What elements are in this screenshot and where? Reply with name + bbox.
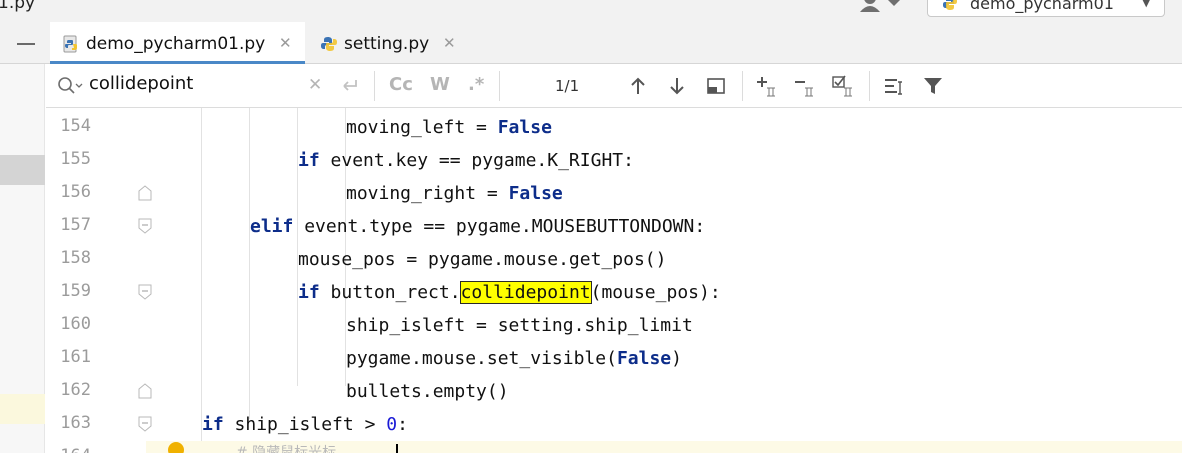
code-editor[interactable]: # 隐藏鼠标光标 moving_left = False if event.ke… <box>146 108 1182 453</box>
line-number: 160 <box>60 314 91 334</box>
code-token: bullets.empty() <box>346 381 509 402</box>
tab-demo-pycharm01[interactable]: demo_pycharm01.py ✕ <box>50 22 305 65</box>
tab-label: setting.py <box>344 34 430 54</box>
number-token: 0 <box>386 414 398 435</box>
select-all-occurrences-icon[interactable] <box>831 74 855 98</box>
code-line: pygame.mouse.set_visible(False) <box>346 342 682 375</box>
code-line: moving_right = False <box>346 177 563 210</box>
code-line: ship_isleft = setting.ship_limit <box>346 309 693 342</box>
tab-label: demo_pycharm01.py <box>86 34 266 54</box>
project-selector[interactable]: demo_pycharm01 ▼ <box>927 0 1165 17</box>
keyword-token: False <box>616 348 672 369</box>
whole-words-button[interactable]: W <box>430 74 450 95</box>
code-token: moving_left = <box>346 117 498 138</box>
line-number: 155 <box>60 149 91 169</box>
code-line: if ship_isleft > 0: <box>202 408 408 441</box>
collapse-icon[interactable] <box>17 43 35 45</box>
text-cursor <box>396 444 398 453</box>
editor-tab-bar: demo_pycharm01.py ✕ setting.py ✕ <box>0 22 1182 65</box>
multiline-icon[interactable] <box>882 74 906 98</box>
line-number: 156 <box>60 182 91 202</box>
code-line: moving_left = False <box>346 111 552 144</box>
line-number: 154 <box>60 116 91 136</box>
keyword-token: if <box>202 414 224 435</box>
keyword-token: if <box>298 282 320 303</box>
line-number: 158 <box>60 248 91 268</box>
code-token: ) <box>671 348 682 369</box>
left-tool-strip <box>0 64 45 453</box>
line-number: 159 <box>60 281 91 301</box>
divider <box>499 71 500 101</box>
code-token: mouse_pos = pygame.mouse.get_pos() <box>298 249 667 270</box>
select-in-region-icon[interactable] <box>704 74 728 98</box>
title-bar: 1.py demo_pycharm01 ▼ <box>0 0 1182 22</box>
line-number: 162 <box>60 380 91 400</box>
filter-icon[interactable] <box>921 74 945 98</box>
search-icon[interactable] <box>57 76 83 96</box>
keyword-token: False <box>508 183 563 204</box>
divider <box>742 71 743 101</box>
search-match-highlight: collidepoint <box>459 281 592 304</box>
lightbulb-icon[interactable] <box>168 442 184 453</box>
regex-button[interactable]: .* <box>468 74 484 95</box>
code-token: : <box>397 414 408 435</box>
replace-icon[interactable] <box>338 74 362 98</box>
match-counter: 1/1 <box>555 77 580 95</box>
divider <box>869 71 870 101</box>
line-number: 157 <box>60 215 91 235</box>
indent-guide <box>201 108 202 453</box>
line-number: 164 <box>51 446 91 453</box>
add-selection-icon[interactable] <box>754 74 778 98</box>
code-line: if event.key == pygame.K_RIGHT: <box>298 144 634 177</box>
code-token: ship_isleft = setting.ship_limit <box>346 315 693 336</box>
window-file-name: 1.py <box>0 0 36 13</box>
close-icon[interactable]: ✕ <box>279 34 292 52</box>
code-line: elif event.type == pygame.MOUSEBUTTONDOW… <box>250 210 705 243</box>
arrow-down-icon[interactable] <box>665 74 689 98</box>
code-line: mouse_pos = pygame.mouse.get_pos() <box>298 243 666 276</box>
python-file-icon <box>321 37 337 51</box>
code-token: event.type == pygame.MOUSEBUTTONDOWN: <box>293 216 706 237</box>
close-icon[interactable]: ✕ <box>443 34 456 52</box>
python-icon <box>943 0 957 10</box>
partial-code-line: # 隐藏鼠标光标 <box>236 445 337 453</box>
keyword-token: False <box>497 117 552 138</box>
code-token: moving_right = <box>346 183 509 204</box>
chevron-down-icon: ▼ <box>1142 0 1151 9</box>
remove-selection-icon[interactable] <box>792 74 816 98</box>
indent-guide <box>249 108 250 419</box>
keyword-token: elif <box>250 216 294 237</box>
arrow-up-icon[interactable] <box>626 74 650 98</box>
search-input[interactable] <box>89 73 339 94</box>
tab-setting[interactable]: setting.py ✕ <box>308 22 468 64</box>
divider <box>374 71 375 101</box>
strip-highlight <box>0 394 45 424</box>
code-token: (mouse_pos): <box>590 282 721 303</box>
code-token: event.key == pygame.K_RIGHT: <box>319 150 634 171</box>
code-token: pygame.mouse.set_visible( <box>346 348 617 369</box>
keyword-token: if <box>298 150 320 171</box>
strip-highlight <box>0 155 45 185</box>
find-bar: ✕ Cc W .* 1/1 <box>46 64 1182 108</box>
user-icon[interactable] <box>858 0 904 12</box>
line-number-gutter: 154 155 156 157 158 159 160 161 162 163 … <box>46 108 152 453</box>
line-number: 161 <box>60 347 91 367</box>
code-line: bullets.empty() <box>346 375 509 408</box>
python-file-icon <box>63 35 77 53</box>
line-number: 163 <box>60 413 91 433</box>
project-name: demo_pycharm01 <box>970 0 1114 13</box>
match-case-button[interactable]: Cc <box>389 74 413 95</box>
code-line: if button_rect.collidepoint(mouse_pos): <box>298 276 721 309</box>
close-icon[interactable]: ✕ <box>308 75 322 95</box>
code-token: button_rect. <box>319 282 461 303</box>
code-token: ship_isleft > <box>223 414 387 435</box>
